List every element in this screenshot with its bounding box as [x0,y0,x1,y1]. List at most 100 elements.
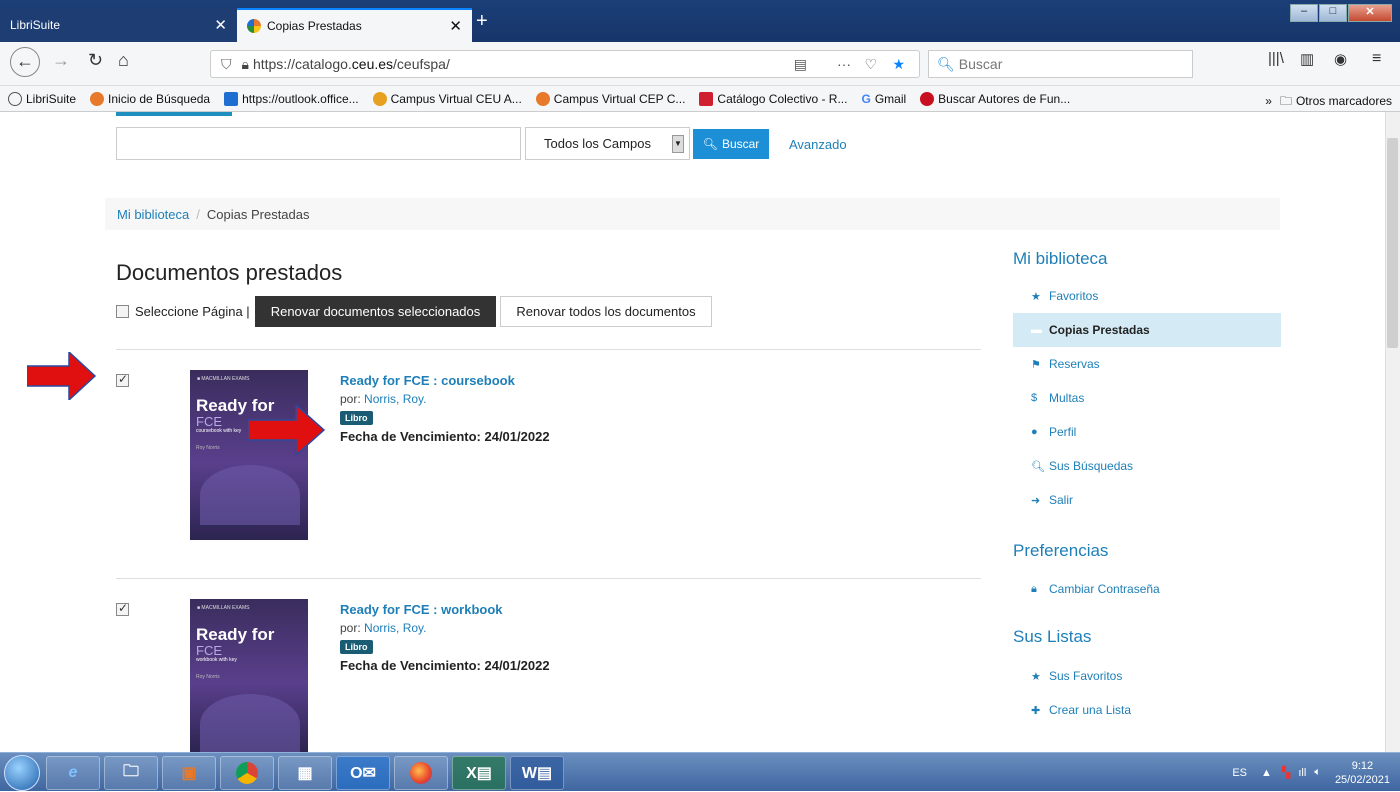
window-close-icon[interactable]: ✕ [1348,4,1392,22]
language-indicator[interactable]: ES [1232,767,1247,779]
flag-icon: ⚑ [1031,358,1041,371]
minimize-icon[interactable]: – [1290,4,1318,22]
nav-bar: ← → ↻ ⌂ ⛉ 🔒︎ https://catalogo. ceu.es/ceu… [0,42,1400,86]
sidebar-item-copias-prestadas[interactable]: ▬ Copias Prestadas [1013,313,1281,347]
book-cover[interactable]: ■ MACMILLAN EXAMS Ready for FCE coursebo… [190,370,308,540]
new-tab-button[interactable]: + [476,10,488,33]
author-link[interactable]: Norris, Roy. [364,392,426,406]
sidebar-item-cambiar-contrasena[interactable]: 🔒︎ Cambiar Contraseña [1013,572,1281,606]
sidebar-item-salir[interactable]: ➜ Salir [1013,483,1281,517]
shield-icon: ⛉ [221,55,232,72]
more-icon[interactable]: ··· [837,56,851,72]
sidebar-item-crear-lista[interactable]: ✚ Crear una Lista [1013,693,1281,727]
user-icon: ● [1031,426,1038,438]
renew-selected-button[interactable]: Renovar documentos seleccionados [255,296,496,327]
taskbar: e 🗀 ▣ ▦ O✉ X▤ W▤ ES ▲ ▚ ıll 🔈︎ 9:12 25/0… [0,752,1400,791]
library-icon[interactable]: |||\ [1268,50,1284,67]
start-button-icon[interactable] [4,755,40,791]
search-icon: 🔍︎ [1031,460,1045,473]
sidebar-item-multas[interactable]: $ Multas [1013,381,1281,415]
tray-expand-icon[interactable]: ▲ [1261,767,1272,779]
bookmark-item[interactable]: LibriSuite [8,91,76,106]
home-icon[interactable]: ⌂ [118,50,129,71]
sidebar-heading-sus-listas: Sus Listas [1013,627,1092,646]
breadcrumb-separator: / [196,206,200,222]
select-page[interactable]: Seleccione Página | [116,304,250,319]
close-tab-icon[interactable]: ✕ [214,16,227,34]
breadcrumb-home[interactable]: Mi biblioteca [117,207,189,222]
back-icon[interactable]: ← [10,47,40,77]
clock-time: 9:12 [1351,759,1374,772]
red-arrow-icon [27,352,97,400]
bookmark-item[interactable]: Campus Virtual CEP C... [535,91,685,106]
advanced-search-link[interactable]: Avanzado [789,137,847,152]
divider [116,349,981,350]
reader-view-icon[interactable]: ▤ [794,56,807,73]
internet-explorer-icon[interactable]: e [46,756,100,790]
menu-icon[interactable]: ≡ [1372,50,1381,68]
other-bookmarks[interactable]: » 🗀 Otros marcadores [1265,92,1392,113]
close-tab-icon[interactable]: ✕ [449,17,462,35]
tab-librisuite[interactable]: LibriSuite ✕ [0,8,237,42]
pocket-icon[interactable]: ♡ [864,56,877,73]
maximize-icon[interactable]: □ [1319,4,1347,22]
url-prefix: https://catalogo. [252,56,352,72]
renew-all-button[interactable]: Renovar todos los documentos [500,296,712,327]
excel-icon[interactable]: X▤ [452,756,506,790]
word-icon[interactable]: W▤ [510,756,564,790]
item-checkbox[interactable] [116,372,129,387]
url-bar[interactable]: ⛉ 🔒︎ https://catalogo. ceu.es/ceufspa/ ▤ … [210,50,920,78]
scrollbar-thumb[interactable] [1387,138,1398,348]
outlook-icon [224,91,239,106]
firefox-icon[interactable] [394,756,448,790]
chevrons-icon[interactable]: » [1265,94,1272,108]
browser-search-bar[interactable]: 🔍︎ Buscar [928,50,1193,78]
bookmark-item[interactable]: Inicio de Búsqueda [90,91,210,106]
item-checkbox[interactable] [116,601,129,616]
logout-icon: ➜ [1031,494,1041,507]
author-link[interactable]: Norris, Roy. [364,621,426,635]
bookmarks-bar: LibriSuite Inicio de Búsqueda https://ou… [0,86,1400,112]
tab-label: Copias Prestadas [267,19,362,33]
dropdown-arrow-icon[interactable]: ▼ [672,135,684,153]
header-accent-line [116,112,232,116]
file-explorer-icon[interactable]: 🗀 [104,756,158,790]
select-page-checkbox[interactable] [116,305,129,318]
item-title-link[interactable]: Ready for FCE : coursebook [340,373,515,388]
sidebar-item-perfil[interactable]: ● Perfil [1013,415,1281,449]
catalog-icon [699,91,714,106]
search-engine-icon: 🔍︎ [937,55,955,72]
outlook-taskbar-icon[interactable]: O✉ [336,756,390,790]
forward-icon[interactable]: → [52,50,70,71]
sidebar-item-sus-favoritos[interactable]: ★ Sus Favoritos [1013,659,1281,693]
book-cover[interactable]: ■ MACMILLAN EXAMS Ready for FCE workbook… [190,599,308,752]
volume-icon[interactable]: 🔈︎ [1314,766,1321,779]
bookmark-item[interactable]: Buscar Autores de Fun... [920,91,1070,106]
calculator-icon[interactable]: ▦ [278,756,332,790]
media-player-icon[interactable]: ▣ [162,756,216,790]
sidebar-item-reservas[interactable]: ⚑ Reservas [1013,347,1281,381]
catalog-search-input[interactable] [116,127,521,160]
tab-copias-prestadas[interactable]: Copias Prestadas ✕ [237,8,472,42]
chrome-icon[interactable] [220,756,274,790]
network-icon[interactable]: ▚ [1282,766,1290,779]
item-title-link[interactable]: Ready for FCE : workbook [340,602,503,617]
sidebar-item-favoritos[interactable]: ★ Favoritos [1013,279,1281,313]
bookmark-item[interactable]: G Gmail [861,92,906,106]
bookmark-item[interactable]: https://outlook.office... [224,91,359,106]
signal-icon[interactable]: ıll [1298,767,1306,779]
account-icon[interactable]: ◉ [1334,50,1347,68]
moodle-icon [372,91,387,106]
tab-favicon-icon [247,19,261,33]
field-select[interactable]: Todos los Campos ▼ [525,127,690,160]
clock[interactable]: 9:12 25/02/2021 [1335,759,1390,787]
bookmark-star-icon[interactable]: ★ [892,56,905,73]
bookmark-item[interactable]: Catálogo Colectivo - R... [699,91,847,106]
search-button[interactable]: 🔍︎ Buscar [693,129,769,159]
bookmark-item[interactable]: Campus Virtual CEU A... [372,91,522,106]
divider [116,578,981,579]
sidebar-icon[interactable]: ▥ [1300,50,1314,68]
reload-icon[interactable]: ↻ [88,50,103,71]
sidebar-item-sus-busquedas[interactable]: 🔍︎ Sus Búsquedas [1013,449,1281,483]
due-date: Fecha de Vencimiento: 24/01/2022 [340,658,550,673]
